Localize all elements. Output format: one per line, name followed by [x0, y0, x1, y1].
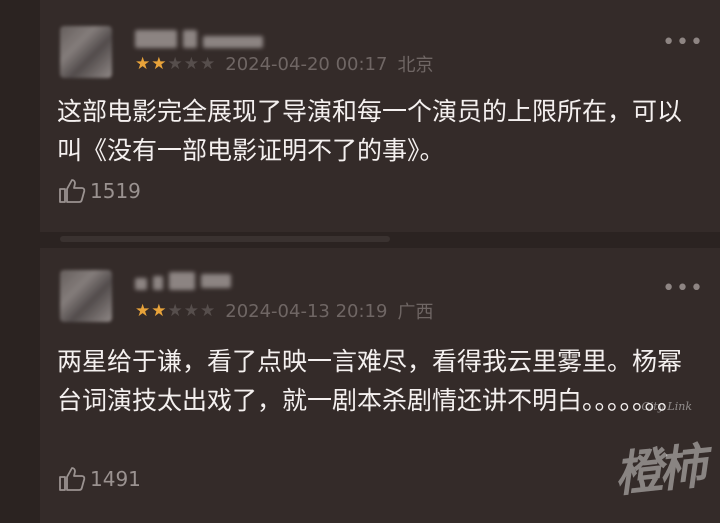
star-icon: ★ — [151, 53, 167, 74]
thumbs-up-icon — [58, 178, 86, 204]
blurred-username-part — [135, 278, 147, 290]
thumbs-up-icon — [58, 466, 86, 492]
star-icon: ★ — [167, 300, 183, 321]
star-icon: ★ — [183, 53, 199, 74]
review-meta: ★ ★ ★ ★ ★ 2024-04-13 20:19 广西 — [135, 298, 433, 324]
review-location: 广西 — [397, 302, 434, 323]
star-icon: ★ — [167, 53, 183, 74]
like-count: 1491 — [90, 467, 141, 491]
more-dots-icon[interactable]: ••• — [662, 278, 704, 300]
avatar[interactable] — [60, 26, 112, 78]
like-button[interactable]: 1519 — [58, 178, 141, 204]
blurred-username-part — [169, 272, 195, 290]
review-date: 2024-04-20 00:17 — [225, 53, 388, 75]
username[interactable] — [135, 270, 231, 292]
watermark-text: 橙柿 — [611, 438, 706, 504]
more-dots-icon[interactable]: ••• — [662, 32, 704, 54]
star-icon: ★ — [200, 53, 216, 74]
review-text: 这部电影完全展现了导演和每一个演员的上限所在，可以叫《没有一部电影证明不了的事》… — [57, 97, 683, 165]
username[interactable] — [135, 28, 263, 50]
review-card: ★ ★ ★ ★ ★ 2024-04-20 00:17 北京 ••• 这部电影完全… — [40, 0, 720, 232]
rating-stars: ★ ★ ★ ★ ★ — [135, 300, 216, 321]
star-icon: ★ — [135, 300, 151, 321]
star-icon: ★ — [200, 300, 216, 321]
blurred-username-part — [201, 274, 231, 288]
review-location: 北京 — [397, 55, 434, 76]
star-icon: ★ — [135, 53, 151, 74]
like-count: 1519 — [90, 179, 141, 203]
like-button[interactable]: 1491 — [58, 466, 141, 492]
review-meta: ★ ★ ★ ★ ★ 2024-04-20 00:17 北京 — [135, 51, 433, 77]
blurred-username-part — [203, 36, 263, 48]
review-date: 2024-04-13 20:19 — [225, 300, 388, 322]
blurred-username-part — [153, 276, 163, 290]
star-icon: ★ — [151, 300, 167, 321]
divider — [60, 236, 390, 242]
watermark-logo: City Link 橙柿 — [582, 400, 705, 503]
blurred-username-part — [135, 30, 177, 48]
blurred-username-part — [183, 30, 197, 48]
star-icon: ★ — [183, 300, 199, 321]
avatar[interactable] — [60, 270, 112, 322]
watermark-subtitle: City Link — [641, 400, 692, 413]
rating-stars: ★ ★ ★ ★ ★ — [135, 53, 216, 74]
